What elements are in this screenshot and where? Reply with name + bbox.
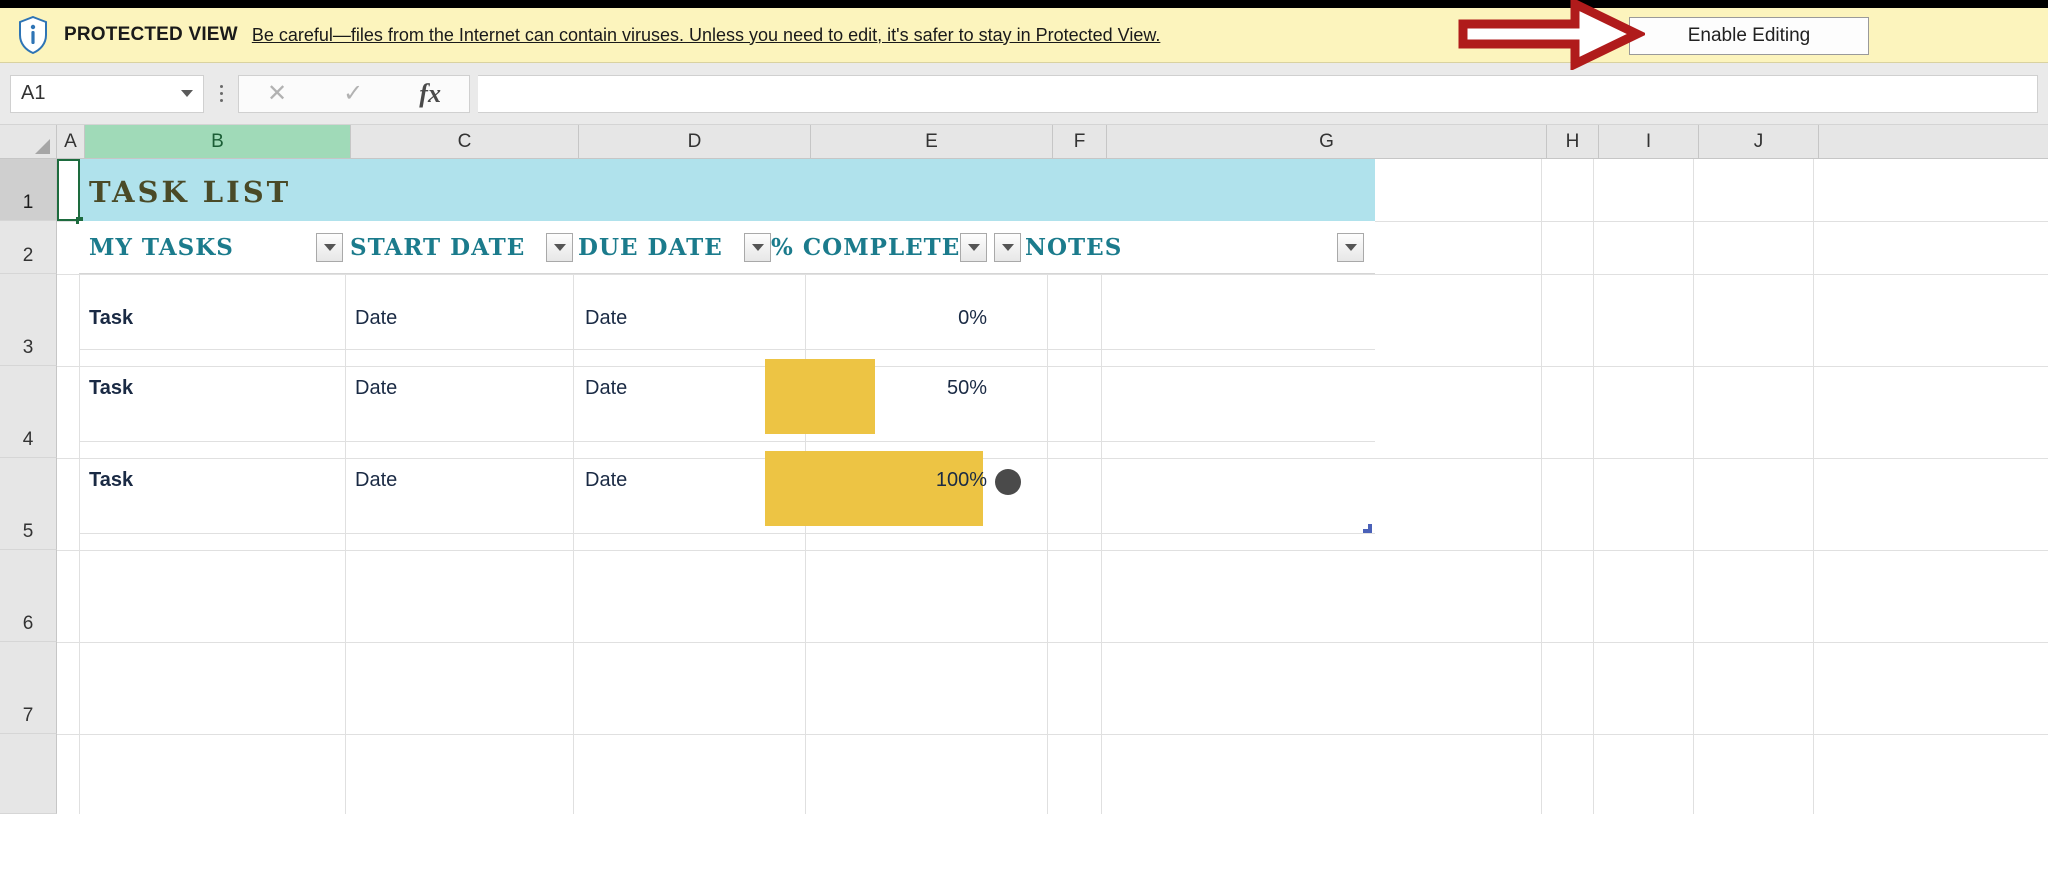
table-header-start-date[interactable]: START DATE xyxy=(350,221,525,274)
cell-percent-row1[interactable]: 0% xyxy=(817,307,987,330)
column-header-c[interactable]: C xyxy=(351,125,579,158)
cell-task-row3[interactable]: Task xyxy=(89,469,133,492)
filter-button-percent-complete[interactable] xyxy=(960,233,987,262)
sheet-canvas[interactable]: TASK LIST MY TASKS START DATE DUE DATE %… xyxy=(57,159,2048,814)
column-header-e[interactable]: E xyxy=(811,125,1053,158)
protected-view-message-link[interactable]: Be careful—files from the Internet can c… xyxy=(252,25,1161,46)
row-header-6[interactable]: 6 xyxy=(0,550,57,642)
selected-cell-a1[interactable] xyxy=(57,159,80,221)
grid-body: 1 2 3 4 5 6 7 xyxy=(0,159,2048,814)
sheet-title: TASK LIST xyxy=(89,175,291,209)
column-header-i[interactable]: I xyxy=(1599,125,1699,158)
row-header-4[interactable]: 4 xyxy=(0,366,57,458)
cell-due-row3[interactable]: Date xyxy=(585,469,627,492)
table-header-my-tasks[interactable]: MY TASKS xyxy=(89,221,234,274)
name-box-value: A1 xyxy=(21,82,181,105)
cell-task-row1[interactable]: Task xyxy=(89,307,133,330)
column-header-f[interactable]: F xyxy=(1053,125,1107,158)
info-shield-icon xyxy=(18,16,48,54)
header-underline xyxy=(79,273,1375,274)
formula-action-icons: ✕ ✓ fx xyxy=(238,75,470,113)
protected-view-label: PROTECTED VIEW xyxy=(64,24,238,46)
gridline-row-3 xyxy=(57,366,2048,367)
spreadsheet-grid: A B C D E F G H I J 1 2 3 4 5 6 7 xyxy=(0,125,2048,873)
column-header-b[interactable]: B xyxy=(85,125,351,158)
filter-button-notes[interactable] xyxy=(1337,233,1364,262)
table-header-notes[interactable]: NOTES xyxy=(1025,221,1122,274)
gridline-row-7 xyxy=(57,734,2048,735)
formula-input[interactable] xyxy=(478,75,2038,113)
gridline-col-g xyxy=(1541,159,1542,814)
table-header-due-date[interactable]: DUE DATE xyxy=(578,221,723,274)
cell-percent-row2[interactable]: 50% xyxy=(817,377,987,400)
cell-due-row2[interactable]: Date xyxy=(585,377,627,400)
cell-due-row1[interactable]: Date xyxy=(585,307,627,330)
filter-button-extra[interactable] xyxy=(994,233,1021,262)
column-header-j[interactable]: J xyxy=(1699,125,1819,158)
gridline-col-h xyxy=(1593,159,1594,814)
select-all-corner[interactable] xyxy=(0,125,57,158)
row-header-7[interactable]: 7 xyxy=(0,642,57,734)
row-separator-3 xyxy=(79,533,1375,534)
gridline-row-6 xyxy=(57,642,2048,643)
vertical-ellipsis-icon[interactable] xyxy=(204,85,238,102)
cancel-x-icon[interactable]: ✕ xyxy=(267,82,287,106)
gridline-col-j xyxy=(1813,159,1814,814)
column-header-d[interactable]: D xyxy=(579,125,811,158)
cell-start-row1[interactable]: Date xyxy=(355,307,397,330)
column-header-a[interactable]: A xyxy=(57,125,85,158)
filter-button-start-date[interactable] xyxy=(546,233,573,262)
column-header-h[interactable]: H xyxy=(1547,125,1599,158)
confirm-check-icon[interactable]: ✓ xyxy=(343,82,363,106)
table-resize-handle[interactable] xyxy=(1363,524,1372,533)
row-header-5[interactable]: 5 xyxy=(0,458,57,550)
row-separator-1 xyxy=(79,349,1375,350)
cell-start-row3[interactable]: Date xyxy=(355,469,397,492)
row-header-8[interactable] xyxy=(0,734,57,814)
name-box[interactable]: A1 xyxy=(10,75,204,113)
filled-circle-marker xyxy=(995,469,1021,495)
table-header-band xyxy=(79,221,1375,274)
table-header-percent-complete[interactable]: % COMPLETE xyxy=(771,221,960,274)
window-top-edge xyxy=(0,0,2048,8)
row-header-2[interactable]: 2 xyxy=(0,221,57,274)
column-header-g[interactable]: G xyxy=(1107,125,1547,158)
enable-editing-button[interactable]: Enable Editing xyxy=(1629,17,1869,55)
formula-bar: A1 ✕ ✓ fx xyxy=(0,63,2048,125)
gridline-row-2 xyxy=(57,274,2048,275)
row-separator-2 xyxy=(79,441,1375,442)
fx-insert-function-icon[interactable]: fx xyxy=(419,81,441,107)
cell-task-row2[interactable]: Task xyxy=(89,377,133,400)
cell-percent-row3[interactable]: 100% xyxy=(817,469,987,492)
row-header-3[interactable]: 3 xyxy=(0,274,57,366)
filter-button-my-tasks[interactable] xyxy=(316,233,343,262)
row-header-column: 1 2 3 4 5 6 7 xyxy=(0,159,57,814)
protected-view-bar: PROTECTED VIEW Be careful—files from the… xyxy=(0,8,2048,63)
gridline-row-5 xyxy=(57,550,2048,551)
row-header-1[interactable]: 1 xyxy=(0,159,57,221)
cell-start-row2[interactable]: Date xyxy=(355,377,397,400)
chevron-down-icon[interactable] xyxy=(181,90,193,97)
gridline-col-i xyxy=(1693,159,1694,814)
gridline-row-4 xyxy=(57,458,2048,459)
filter-button-due-date[interactable] xyxy=(744,233,771,262)
red-arrow-annotation xyxy=(1455,0,1645,70)
column-header-row: A B C D E F G H I J xyxy=(0,125,2048,159)
